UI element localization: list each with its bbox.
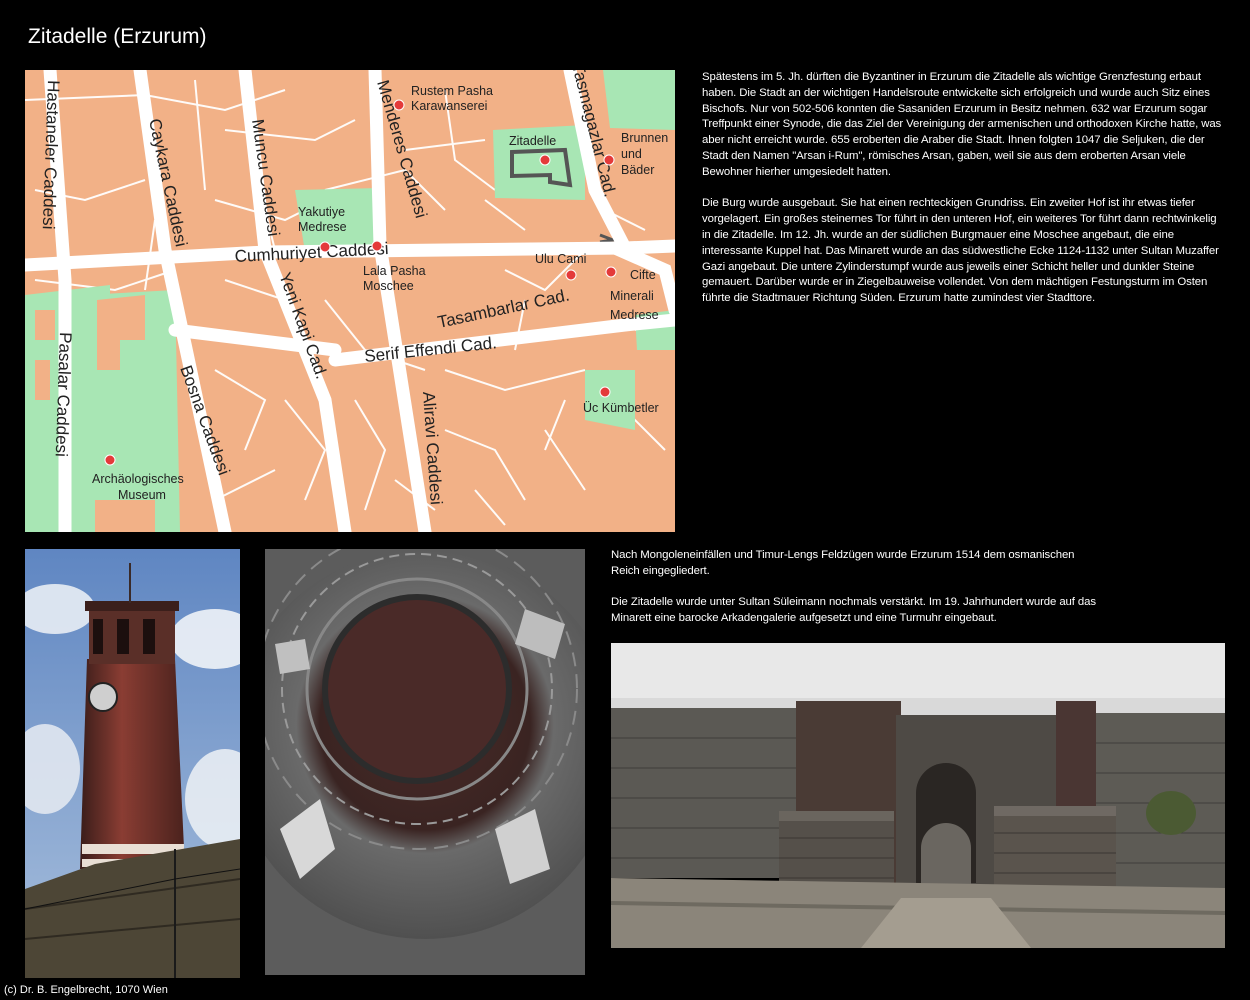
poi-label-lala-1: Lala Pasha: [363, 264, 426, 278]
paragraph-history-3: Nach Mongoleneinfällen und Timur-Lengs F…: [611, 549, 1075, 577]
history-text-top: Spätestens im 5. Jh. dürften die Byzanti…: [702, 70, 1222, 323]
poi-marker-ulu: [565, 269, 577, 281]
gate-photo: [611, 643, 1225, 948]
map-svg: Hastaneler Caddesi Caykara Caddesi Muncu…: [25, 70, 675, 532]
poi-marker-lala: [371, 240, 383, 252]
poi-label-yakutiye-2: Medrese: [298, 220, 347, 234]
poi-marker-zitadelle: [539, 154, 551, 166]
clock-icon: [88, 682, 118, 712]
copyright-footer: (c) Dr. B. Engelbrecht, 1070 Wien: [4, 984, 168, 996]
poi-label-yakutiye-1: Yakutiye: [298, 205, 345, 219]
page-title: Zitadelle (Erzurum): [28, 25, 207, 48]
poi-label-uckumbetler: Üc Kümbetler: [583, 401, 659, 415]
poi-label-brunnen-1: Brunnen: [621, 131, 668, 145]
poi-marker-uckumbetler: [599, 386, 611, 398]
poi-marker-museum: [104, 454, 116, 466]
poi-label-brunnen-2: und: [621, 147, 642, 161]
poi-label-rustem-2: Karawanserei: [411, 99, 487, 113]
poi-marker-cifte: [605, 266, 617, 278]
poi-label-museum-1: Archäologisches: [92, 472, 184, 486]
minaret-photo: [25, 549, 240, 978]
poi-label-zitadelle: Zitadelle: [509, 134, 556, 148]
poi-label-cifte-1: Cifte: [630, 268, 656, 282]
poi-label-lala-2: Moschee: [363, 279, 414, 293]
gate-photo-svg: [611, 643, 1225, 948]
poi-label-brunnen-3: Bäder: [621, 163, 654, 177]
poi-marker-yakutiye: [319, 241, 331, 253]
poi-marker-brunnen: [603, 154, 615, 166]
poi-marker-rustem: [393, 99, 405, 111]
poi-label-rustem-1: Rustem Pasha: [411, 84, 493, 98]
dome-photo-svg: [265, 549, 585, 975]
poi-label-cifte-3: Medrese: [610, 308, 659, 322]
city-map: Hastaneler Caddesi Caykara Caddesi Muncu…: [25, 70, 675, 532]
poi-label-cifte-2: Minerali: [610, 289, 654, 303]
poi-label-ulu: Ulu Cami: [535, 252, 586, 266]
minaret-photo-svg: [25, 549, 240, 978]
history-text-mid: Nach Mongoleneinfällen und Timur-Lengs F…: [611, 548, 1101, 643]
dome-photo: [265, 549, 585, 975]
paragraph-history-1: Spätestens im 5. Jh. dürften die Byzanti…: [702, 71, 1222, 178]
paragraph-history-2: Die Burg wurde ausgebaut. Sie hat einen …: [702, 197, 1219, 305]
poi-label-museum-2: Museum: [118, 488, 166, 502]
paragraph-history-4: Die Zitadelle wurde unter Sultan Süleima…: [611, 596, 1096, 625]
